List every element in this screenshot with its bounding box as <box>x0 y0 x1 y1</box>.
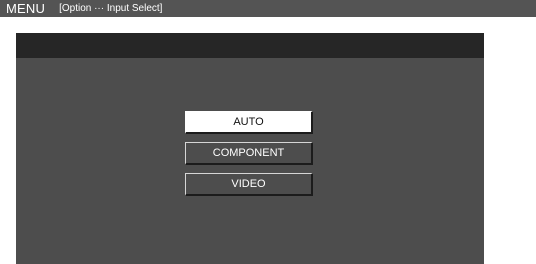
option-video-button[interactable]: VIDEO <box>185 173 313 196</box>
menu-breadcrumb: [Option ··· Input Select] <box>59 3 163 14</box>
option-component-button[interactable]: COMPONENT <box>185 142 313 165</box>
panel-header-bar <box>16 33 484 58</box>
menu-title: MENU <box>6 1 46 16</box>
option-auto-button[interactable]: AUTO <box>185 111 313 134</box>
menu-title-bar: MENU [Option ··· Input Select] <box>0 0 536 17</box>
input-select-panel: AUTO COMPONENT VIDEO <box>16 33 484 264</box>
